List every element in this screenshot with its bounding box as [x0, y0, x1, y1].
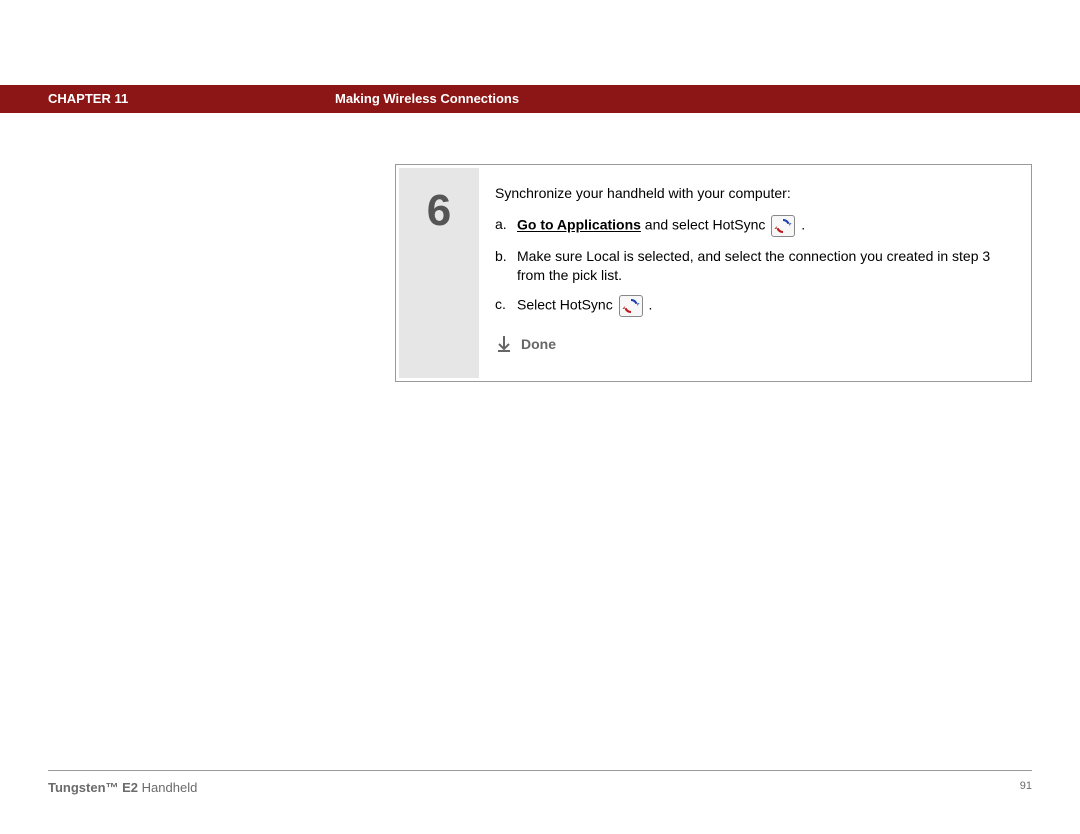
sub-step-b: b. Make sure Local is selected, and sele…	[495, 247, 1010, 285]
done-label: Done	[521, 335, 556, 354]
hotsync-icon	[771, 215, 795, 237]
footer-product-name: Handheld	[138, 780, 197, 795]
step-intro: Synchronize your handheld with your comp…	[495, 184, 1010, 203]
chapter-label: CHAPTER	[48, 91, 111, 106]
footer-rule	[48, 770, 1032, 771]
sub-c-pre: Select HotSync	[517, 296, 613, 312]
chapter-number: 11	[114, 91, 128, 106]
chapter-title: Making Wireless Connections	[335, 91, 519, 106]
page-number: 91	[1020, 780, 1032, 792]
down-arrow-icon	[495, 335, 513, 353]
sub-marker: a.	[495, 215, 517, 237]
step-number-column: 6	[399, 168, 479, 378]
sub-step-a: a. Go to Applications and select HotSync…	[495, 215, 1010, 237]
sub-content: Make sure Local is selected, and select …	[517, 247, 1010, 285]
sub-a-rest: and select HotSync	[641, 217, 766, 233]
hotsync-icon	[619, 295, 643, 317]
chapter-label-block: CHAPTER 11	[48, 91, 128, 106]
sub-c-tail: .	[645, 296, 653, 312]
step-body: Synchronize your handheld with your comp…	[479, 168, 1028, 378]
sub-marker: c.	[495, 295, 517, 317]
sub-step-c: c. Select HotSync .	[495, 295, 1010, 317]
footer-brand: Tungsten™ E2	[48, 780, 138, 795]
sub-content: Select HotSync .	[517, 295, 1010, 317]
step-number: 6	[399, 168, 479, 236]
chapter-header-bar: CHAPTER 11 Making Wireless Connections	[0, 85, 1080, 113]
sub-content: Go to Applications and select HotSync .	[517, 215, 1010, 237]
step-box: 6 Synchronize your handheld with your co…	[395, 164, 1032, 382]
sub-a-tail: .	[797, 217, 805, 233]
go-to-applications-link[interactable]: Go to Applications	[517, 217, 641, 233]
sub-marker: b.	[495, 247, 517, 285]
done-row: Done	[495, 335, 1010, 354]
footer-product: Tungsten™ E2 Handheld	[48, 780, 197, 795]
sub-steps-list: a. Go to Applications and select HotSync…	[495, 215, 1010, 317]
